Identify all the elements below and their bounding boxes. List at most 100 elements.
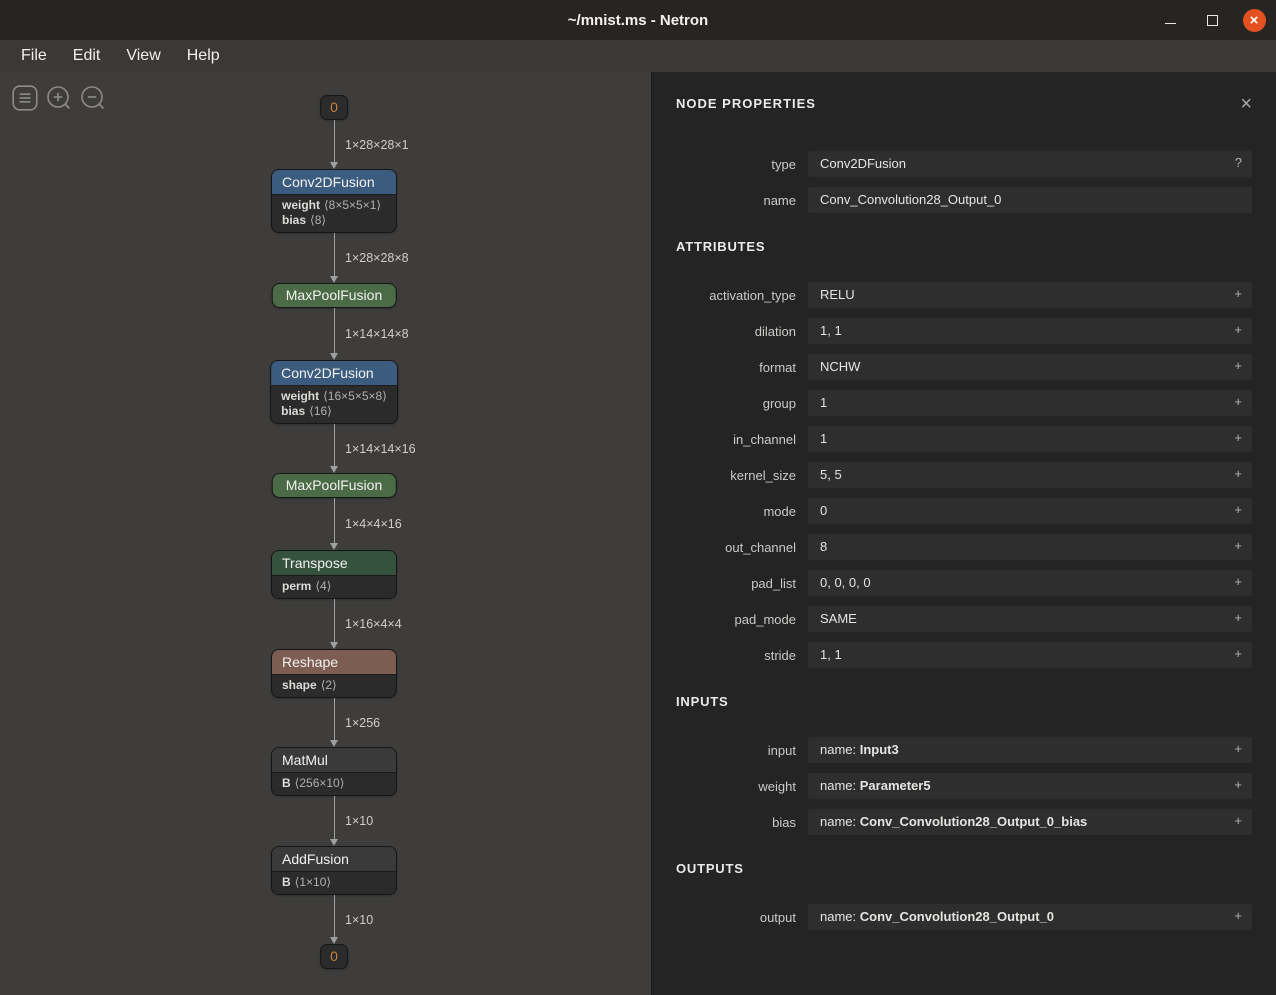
property-label: pad_mode xyxy=(676,612,796,627)
menu-bar: FileEditViewHelp xyxy=(0,40,1276,72)
property-value-box[interactable]: name: Conv_Convolution28_Output_0+ xyxy=(808,904,1252,930)
expand-icon[interactable]: + xyxy=(1234,318,1242,342)
property-label: kernel_size xyxy=(676,468,796,483)
expand-icon[interactable]: + xyxy=(1234,354,1242,378)
graph-node-conv2dfusion[interactable]: Conv2DFusionweight⟨8×5×5×1⟩bias⟨8⟩ xyxy=(271,169,397,233)
property-value-box[interactable]: 8+ xyxy=(808,534,1252,560)
property-label: bias xyxy=(676,815,796,830)
help-icon[interactable]: ? xyxy=(1235,151,1242,175)
expand-icon[interactable]: + xyxy=(1234,426,1242,450)
menu-icon[interactable] xyxy=(12,85,38,111)
expand-icon[interactable]: + xyxy=(1234,809,1242,833)
graph-node-reshape[interactable]: Reshapeshape⟨2⟩ xyxy=(271,649,397,698)
menu-item-help[interactable]: Help xyxy=(174,43,233,69)
graph-edge xyxy=(334,308,335,354)
property-value-box[interactable]: 1, 1+ xyxy=(808,642,1252,668)
property-value-box[interactable]: 0+ xyxy=(808,498,1252,524)
menu-item-file[interactable]: File xyxy=(8,43,60,69)
graph-edge xyxy=(334,895,335,938)
property-row: bias name: Conv_Convolution28_Output_0_bi… xyxy=(676,809,1252,835)
property-label: pad_list xyxy=(676,576,796,591)
node-attr: perm⟨4⟩ xyxy=(282,579,386,594)
zoom-out-icon[interactable] xyxy=(80,85,106,111)
menu-item-view[interactable]: View xyxy=(113,43,173,69)
property-row: output name: Conv_Convolution28_Output_0+ xyxy=(676,904,1252,930)
graph-canvas[interactable]: 0 Conv2DFusionweight⟨8×5×5×1⟩bias⟨8⟩ MaxPo… xyxy=(0,72,652,995)
node-title: Transpose xyxy=(272,551,396,575)
property-label: group xyxy=(676,396,796,411)
property-row: dilation1, 1+ xyxy=(676,318,1252,344)
property-row: mode 0+ xyxy=(676,498,1252,524)
graph-edge xyxy=(334,599,335,643)
property-value-box[interactable]: 1, 1+ xyxy=(808,318,1252,344)
property-value-box[interactable]: SAME+ xyxy=(808,606,1252,632)
expand-icon[interactable]: + xyxy=(1234,773,1242,797)
expand-icon[interactable]: + xyxy=(1234,642,1242,666)
expand-icon[interactable]: + xyxy=(1234,606,1242,630)
property-label: input xyxy=(676,743,796,758)
property-value-box[interactable]: 5, 5+ xyxy=(808,462,1252,488)
expand-icon[interactable]: + xyxy=(1234,282,1242,306)
property-value-box[interactable]: 1+ xyxy=(808,390,1252,416)
graph-node-maxpoolfusion[interactable]: MaxPoolFusion xyxy=(272,473,397,498)
property-value-box[interactable]: name: Conv_Convolution28_Output_0_bias+ xyxy=(808,809,1252,835)
zoom-in-icon[interactable] xyxy=(46,85,72,111)
property-value-box[interactable]: 0, 0, 0, 0+ xyxy=(808,570,1252,596)
graph-node-matmul[interactable]: MatMulB⟨256×10⟩ xyxy=(271,747,397,796)
minimize-button[interactable] xyxy=(1156,6,1184,34)
edge-arrowhead-icon xyxy=(330,162,338,169)
node-title: Conv2DFusion xyxy=(271,361,397,385)
graph-edge xyxy=(334,424,335,467)
edge-shape-label: 1×28×28×8 xyxy=(345,251,409,265)
edge-arrowhead-icon xyxy=(330,642,338,649)
expand-icon[interactable]: + xyxy=(1234,904,1242,928)
property-label: name xyxy=(676,193,796,208)
expand-icon[interactable]: + xyxy=(1234,737,1242,761)
close-button[interactable]: × xyxy=(1240,6,1268,34)
property-value-box[interactable]: NCHW+ xyxy=(808,354,1252,380)
graph-edge xyxy=(334,233,335,277)
panel-close-icon[interactable]: × xyxy=(1240,96,1252,112)
property-label: weight xyxy=(676,779,796,794)
node-attr: shape⟨2⟩ xyxy=(282,678,386,693)
graph-io-node[interactable]: 0 xyxy=(320,95,348,120)
graph-node-transpose[interactable]: Transpose perm⟨4⟩ xyxy=(271,550,397,599)
property-row: in_channel1+ xyxy=(676,426,1252,452)
section-header-inputs: INPUTS xyxy=(676,694,1252,709)
menu-item-edit[interactable]: Edit xyxy=(60,43,114,69)
property-label: mode xyxy=(676,504,796,519)
expand-icon[interactable]: + xyxy=(1234,498,1242,522)
edge-shape-label: 1×16×4×4 xyxy=(345,617,402,631)
property-value-box[interactable]: Conv2DFusion? xyxy=(808,151,1252,177)
expand-icon[interactable]: + xyxy=(1234,462,1242,486)
edge-arrowhead-icon xyxy=(330,353,338,360)
expand-icon[interactable]: + xyxy=(1234,534,1242,558)
node-title: Conv2DFusion xyxy=(272,170,396,194)
expand-icon[interactable]: + xyxy=(1234,390,1242,414)
title-bar: ~/mnist.ms - Netron × xyxy=(0,0,1276,40)
property-row: input name: Input3+ xyxy=(676,737,1252,763)
node-attr: bias⟨8⟩ xyxy=(282,213,386,228)
node-properties-panel: NODE PROPERTIES × typeConv2DFusion?nameC… xyxy=(652,72,1276,995)
window-controls: × xyxy=(1156,6,1276,34)
property-value-box[interactable]: Conv_Convolution28_Output_0 xyxy=(808,187,1252,213)
edge-arrowhead-icon xyxy=(330,543,338,550)
property-label: output xyxy=(676,910,796,925)
graph-node-addfusion[interactable]: AddFusionB⟨1×10⟩ xyxy=(271,846,397,895)
graph-node-maxpoolfusion[interactable]: MaxPoolFusion xyxy=(272,283,397,308)
graph-node-conv2dfusion[interactable]: Conv2DFusionweight⟨16×5×5×8⟩bias⟨16⟩ xyxy=(270,360,398,424)
graph-io-node[interactable]: 0 xyxy=(320,944,348,969)
maximize-button[interactable] xyxy=(1198,6,1226,34)
expand-icon[interactable]: + xyxy=(1234,570,1242,594)
property-value-box[interactable]: 1+ xyxy=(808,426,1252,452)
edge-shape-label: 1×10 xyxy=(345,814,373,828)
property-value-box[interactable]: name: Input3+ xyxy=(808,737,1252,763)
property-row: type Conv2DFusion? xyxy=(676,151,1252,177)
property-label: type xyxy=(676,157,796,172)
property-row: kernel_size 5, 5+ xyxy=(676,462,1252,488)
property-value-box[interactable]: RELU+ xyxy=(808,282,1252,308)
property-value-box[interactable]: name: Parameter5+ xyxy=(808,773,1252,799)
property-label: activation_type xyxy=(676,288,796,303)
edge-shape-label: 1×14×14×16 xyxy=(345,442,416,456)
graph-edge xyxy=(334,498,335,544)
